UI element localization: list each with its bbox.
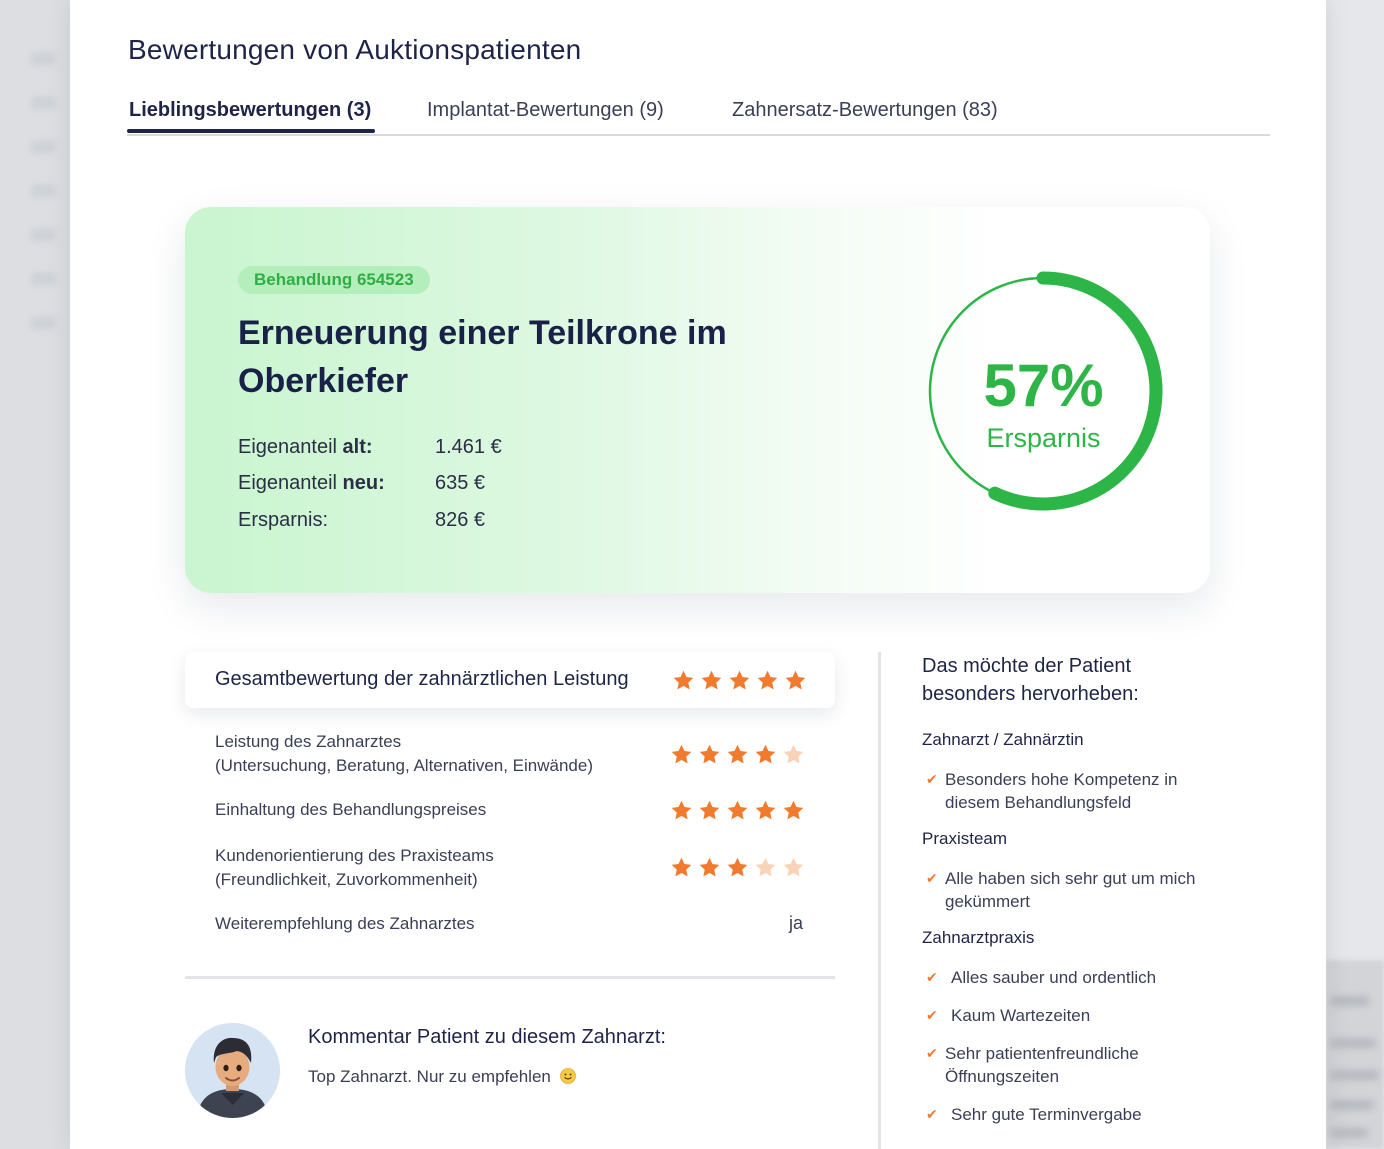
rating-stars <box>670 856 805 879</box>
background-sidebar <box>0 0 70 1149</box>
comment-title: Kommentar Patient zu diesem Zahnarzt: <box>308 1026 666 1048</box>
check-icon: ✔ <box>926 969 938 985</box>
treatment-badge: Behandlung 654523 <box>238 266 430 294</box>
reviews-panel: Bewertungen von Auktionspatienten Liebli… <box>70 0 1326 1149</box>
tab-favorite-reviews[interactable]: Lieblingsbewertungen (3) <box>129 99 371 122</box>
cost-value: 826 € <box>435 509 486 531</box>
check-icon: ✔ <box>926 870 938 886</box>
smiley-icon <box>559 1068 576 1084</box>
star-filled-icon <box>755 744 776 764</box>
vertical-divider <box>878 652 881 1149</box>
highlight-item: ✔ Alle haben sich sehr gut um mich geküm… <box>926 869 1196 911</box>
highlight-category: Zahnarztpraxis <box>922 928 1035 947</box>
cost-label: Eigenanteil alt: <box>238 436 373 458</box>
cost-value: 1.461 € <box>435 436 502 458</box>
treatment-card: Behandlung 654523 Erneuerung einer Teilk… <box>185 207 1210 593</box>
overall-stars <box>672 669 807 692</box>
patient-avatar <box>185 1023 280 1118</box>
tab-implant-reviews[interactable]: Implantat-Bewertungen (9) <box>427 99 664 122</box>
savings-ring: 57% Ersparnis <box>921 269 1181 529</box>
overall-rating-label: Gesamtbewertung der zahnärztlichen Leist… <box>215 668 629 690</box>
star-filled-icon <box>755 800 776 820</box>
star-filled-icon <box>673 670 694 690</box>
savings-label: Ersparnis <box>986 423 1101 453</box>
highlight-category: Zahnarzt / Zahnärztin <box>922 730 1084 749</box>
cost-label: Eigenanteil neu: <box>238 472 385 494</box>
comment-text: Top Zahnarzt. Nur zu empfehlen <box>308 1067 576 1087</box>
highlights-title: Das möchte der Patient besonders hervorh… <box>922 655 1139 705</box>
page-title: Bewertungen von Auktionspatienten <box>128 34 582 65</box>
star-filled-icon <box>727 744 748 764</box>
rating-label: Weiterempfehlung des Zahnarztes <box>215 914 475 933</box>
check-icon: ✔ <box>926 1007 938 1023</box>
star-filled-icon <box>701 670 722 690</box>
highlight-category: Praxisteam <box>922 829 1008 848</box>
rating-label: Einhaltung des Behandlungspreises <box>215 800 487 819</box>
star-empty-icon <box>755 857 776 877</box>
star-empty-icon <box>783 857 804 877</box>
star-filled-icon <box>727 857 748 877</box>
star-filled-icon <box>699 800 720 820</box>
cost-value: 635 € <box>435 472 486 494</box>
star-filled-icon <box>783 800 804 820</box>
rating-row: Weiterempfehlung des Zahnarztes ja <box>215 912 805 938</box>
cost-label: Ersparnis: <box>238 509 329 531</box>
highlight-item: ✔ Besonders hohe Kompetenz in diesem Beh… <box>926 770 1178 812</box>
star-filled-icon <box>699 744 720 764</box>
rating-label: Leistung des Zahnarztes (Untersuchung, Be… <box>215 732 594 775</box>
treatment-title: Erneuerung einer Teilkrone im Oberkiefer <box>238 314 727 400</box>
check-icon: ✔ <box>926 1045 938 1061</box>
background-content <box>1326 960 1384 1149</box>
rating-stars <box>670 743 805 766</box>
check-icon: ✔ <box>926 771 938 787</box>
rating-row: Kundenorientierung des Praxisteams (Freun… <box>215 844 805 892</box>
recommendation-value: ja <box>788 913 803 933</box>
rating-label: Kundenorientierung des Praxisteams (Freun… <box>215 846 494 889</box>
highlight-item: ✔ Sehr patientenfreundliche Öffnungszeit… <box>926 1044 1139 1086</box>
star-filled-icon <box>785 670 806 690</box>
rating-row: Einhaltung des Behandlungspreises <box>215 798 805 824</box>
check-icon: ✔ <box>926 1106 938 1122</box>
highlight-item: ✔ Alles sauber und ordentlich <box>926 968 1157 987</box>
rating-stars <box>670 799 805 822</box>
tab-bar: Lieblingsbewertungen (3) Implantat-Bewer… <box>127 97 1270 136</box>
star-filled-icon <box>757 670 778 690</box>
star-empty-icon <box>783 744 804 764</box>
star-filled-icon <box>671 800 692 820</box>
tab-dentures-reviews[interactable]: Zahnersatz-Bewertungen (83) <box>732 99 998 122</box>
savings-percent: 57% <box>983 352 1104 419</box>
section-divider <box>185 976 835 979</box>
highlight-item: ✔ Sehr gute Terminvergabe <box>926 1105 1142 1124</box>
highlight-item: ✔ Kaum Wartezeiten <box>926 1006 1091 1025</box>
star-filled-icon <box>729 670 750 690</box>
active-tab-indicator <box>127 129 375 133</box>
rating-row: Leistung des Zahnarztes (Untersuchung, Be… <box>215 730 805 778</box>
star-filled-icon <box>671 857 692 877</box>
star-filled-icon <box>727 800 748 820</box>
star-filled-icon <box>699 857 720 877</box>
star-filled-icon <box>671 744 692 764</box>
overall-rating: Gesamtbewertung der zahnärztlichen Leist… <box>185 652 835 708</box>
